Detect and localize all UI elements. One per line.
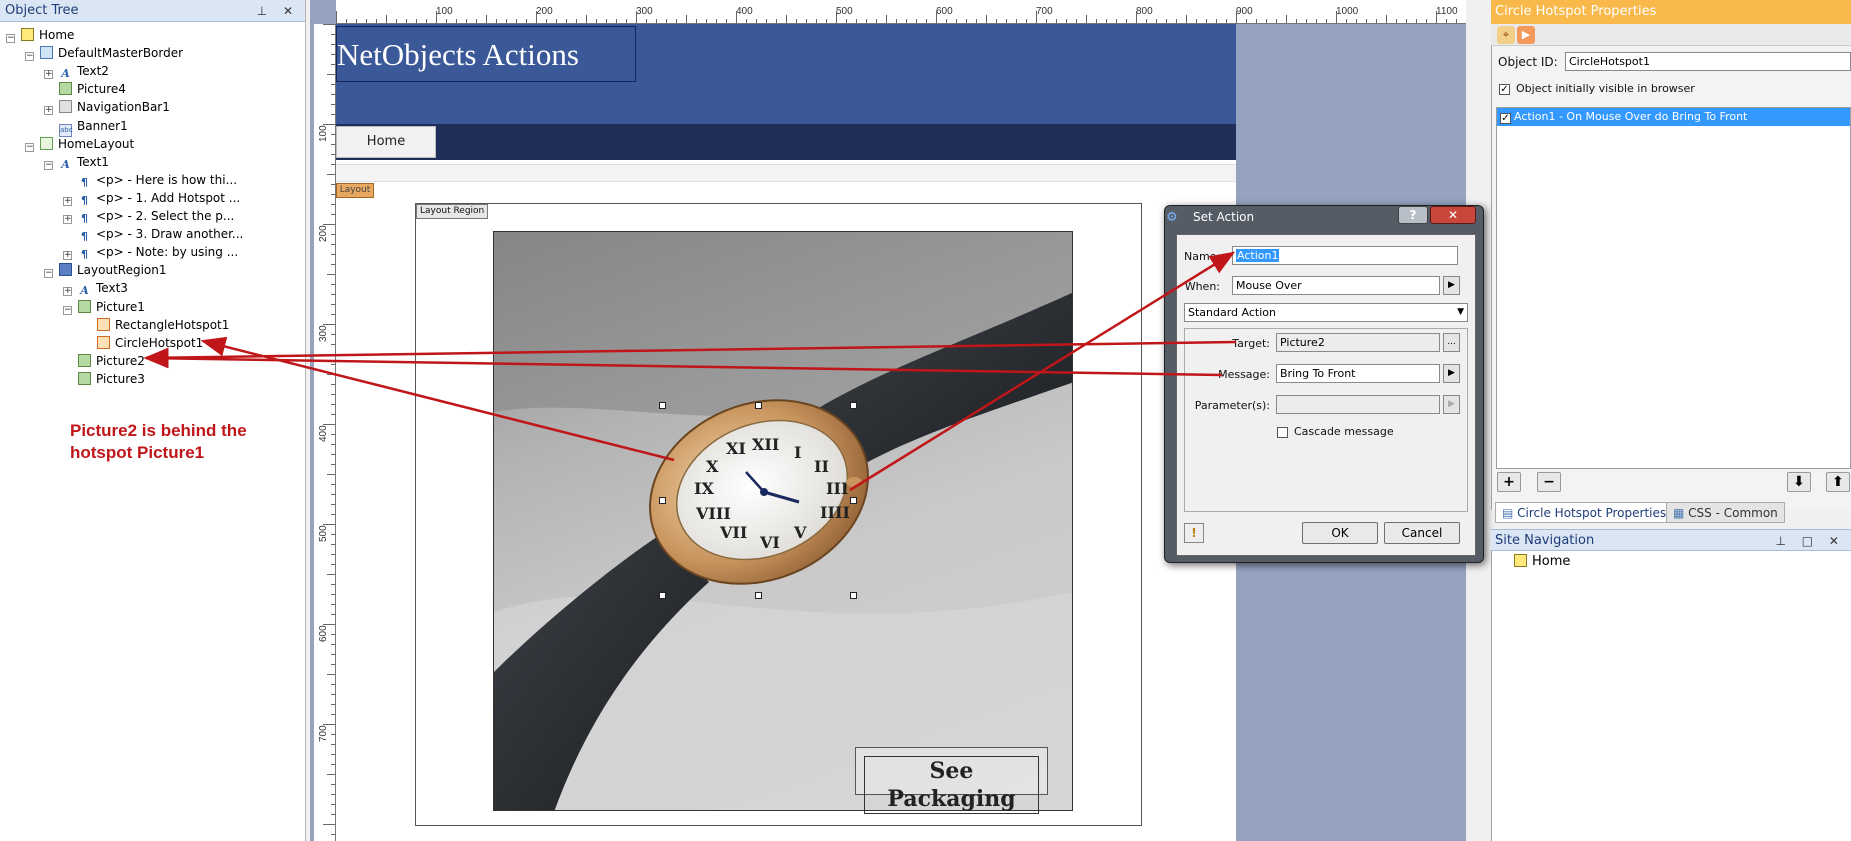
arrow-to-action-name bbox=[849, 251, 1236, 492]
annotation-arrows bbox=[143, 251, 1237, 492]
arrow-to-picture2-from-target bbox=[143, 340, 1237, 368]
